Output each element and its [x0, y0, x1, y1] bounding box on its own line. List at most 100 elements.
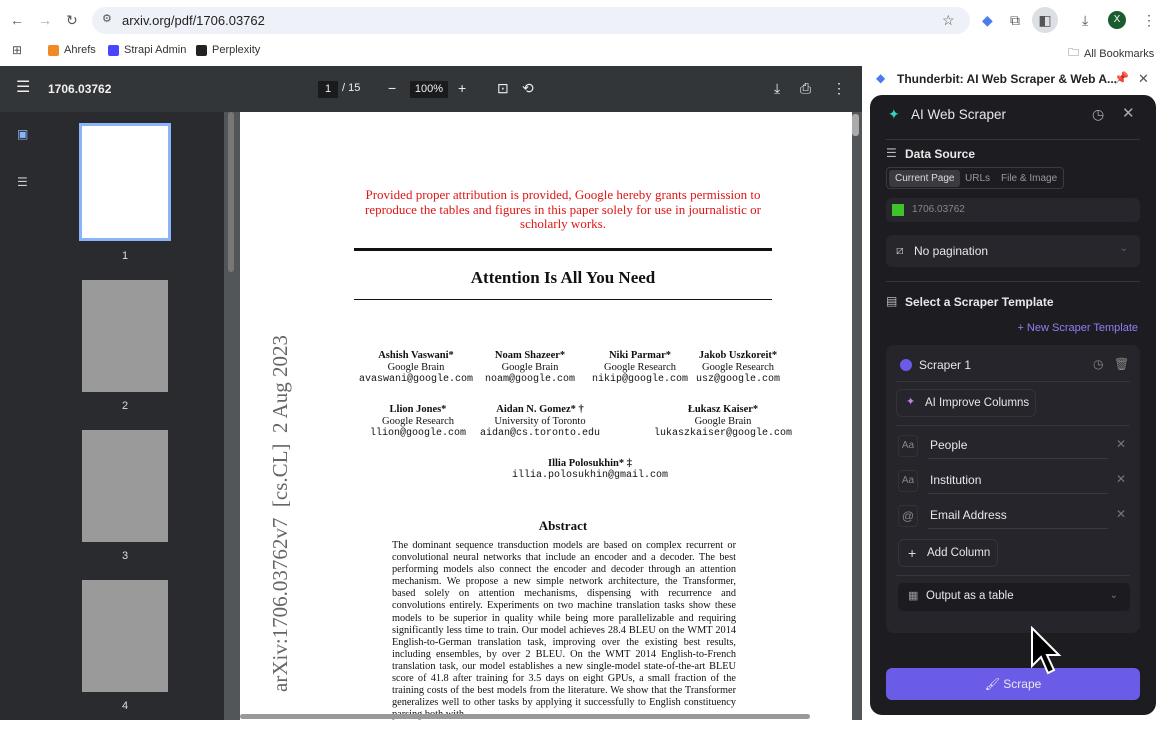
bookmark-label: All Bookmarks: [1084, 47, 1155, 60]
column-name[interactable]: Email Address: [930, 508, 1007, 522]
author-email: usz@google.com: [695, 374, 780, 385]
pagination-icon: ⧄: [896, 243, 904, 257]
browser-chrome: ← → ↻ ⚙ arxiv.org/pdf/1706.03762 ☆ ◆ ⧉ ◧ …: [0, 0, 1160, 66]
permission-notice: Provided proper attribution is provided,…: [364, 187, 762, 231]
zoom-out-icon[interactable]: −: [388, 81, 396, 95]
print-icon[interactable]: ⎙: [800, 81, 811, 95]
url-text: arxiv.org/pdf/1706.03762: [122, 13, 265, 28]
thumbnail-page-1[interactable]: [79, 123, 171, 241]
menu-icon[interactable]: ⋮: [1142, 13, 1156, 27]
page-number-input[interactable]: 1: [318, 81, 338, 98]
pin-icon[interactable]: 📌: [1114, 72, 1129, 84]
column-row[interactable]: Aa Institution ✕: [898, 468, 1130, 494]
folder-icon: 🗀: [1068, 47, 1079, 59]
thumbnail-label: 4: [121, 700, 129, 712]
back-icon[interactable]: ←: [10, 13, 24, 27]
pdf-viewer: ☰ 1706.03762 1 / 15 − 100% + ⊡ ⟲ ⤓ ⎙ ⋮ ▣…: [0, 66, 862, 732]
download-icon[interactable]: ⤓: [774, 81, 780, 95]
fit-page-icon[interactable]: ⊡: [497, 81, 509, 95]
scrape-button[interactable]: 🖌 Scrape: [886, 668, 1140, 700]
new-template-button[interactable]: + New Scraper Template: [1017, 322, 1138, 334]
extensions-icon[interactable]: ⧉: [1010, 13, 1020, 27]
schedule-icon[interactable]: ◷: [1093, 358, 1103, 370]
remove-column-icon[interactable]: ✕: [1116, 437, 1126, 451]
pdf-horizontal-scrollbar[interactable]: [240, 714, 810, 719]
text-type-icon: Aa: [898, 470, 918, 492]
pdf-page: Provided proper attribution is provided,…: [240, 112, 852, 732]
address-bar[interactable]: ⚙ arxiv.org/pdf/1706.03762: [92, 7, 970, 34]
remove-column-icon[interactable]: ✕: [1116, 507, 1126, 521]
column-name[interactable]: Institution: [930, 473, 981, 487]
close-icon[interactable]: ✕: [1122, 106, 1135, 121]
bookmark-label: Ahrefs: [64, 44, 96, 56]
more-icon[interactable]: ⋮: [832, 81, 846, 95]
zoom-in-icon[interactable]: +: [458, 81, 466, 95]
bookmark-label: Perplexity: [212, 44, 261, 56]
history-icon[interactable]: ◷: [1092, 107, 1104, 121]
download-icon[interactable]: ⤓: [1082, 13, 1088, 27]
all-bookmarks[interactable]: 🗀 All Bookmarks: [1068, 44, 1154, 63]
avatar[interactable]: X: [1108, 11, 1126, 29]
source-url: 1706.03762: [912, 204, 965, 215]
author-name: Łukasz Kaiser*: [687, 404, 759, 415]
apps-icon[interactable]: ⊞: [12, 44, 22, 56]
plus-icon: +: [908, 545, 917, 561]
column-row[interactable]: Aa People ✕: [898, 433, 1130, 459]
pagination-select[interactable]: ⧄ No pagination ⌄: [886, 235, 1140, 267]
database-icon: ☰: [886, 146, 897, 160]
reload-icon[interactable]: ↻: [66, 13, 78, 27]
scraper-card: ✦ AI Web Scraper ◷ ✕ ☰ Data Source Curre…: [870, 95, 1156, 715]
paper-title: Attention Is All You Need: [470, 268, 656, 287]
output-format-select[interactable]: ▦ Output as a table ⌄: [898, 583, 1130, 611]
column-row[interactable]: @ Email Address ✕: [898, 503, 1130, 529]
trash-icon[interactable]: 🗑: [1114, 358, 1129, 370]
tab-urls[interactable]: URLs: [965, 173, 990, 184]
bookmark-strapi[interactable]: Strapi Admin: [108, 44, 186, 56]
thumbnail-page-2[interactable]: [82, 280, 168, 392]
thumbnail-page-4[interactable]: [82, 580, 168, 692]
tab-current-page[interactable]: Current Page: [889, 170, 961, 187]
site-settings-icon[interactable]: ⚙: [102, 14, 112, 25]
pdf-scrollbar[interactable]: [852, 114, 859, 136]
zoom-input[interactable]: 100%: [410, 81, 448, 98]
ai-improve-columns-button[interactable]: ✦ AI Improve Columns: [896, 389, 1036, 417]
outline-icon[interactable]: ☰: [17, 176, 28, 188]
scrape-label: Scrape: [1003, 677, 1042, 691]
hamburger-icon[interactable]: ☰: [16, 80, 30, 96]
side-panel-icon[interactable]: ◧: [1032, 7, 1058, 33]
mouse-cursor-icon: [1031, 626, 1062, 675]
author-inst: Google Brain: [694, 416, 752, 427]
remove-column-icon[interactable]: ✕: [1116, 472, 1126, 486]
thumbnails-icon[interactable]: ▣: [17, 128, 28, 140]
thumbnail-label: 1: [121, 250, 129, 262]
rotate-icon[interactable]: ⟲: [522, 81, 534, 95]
table-icon: ▦: [908, 590, 919, 602]
bookmark-label: Strapi Admin: [124, 44, 187, 56]
author: Illia Polosukhin* ‡ illia.polosukhin@gmai…: [490, 458, 690, 482]
plus-icon: +: [1017, 322, 1027, 334]
thunderbit-extension-icon[interactable]: ◆: [982, 13, 993, 27]
abstract-heading: Abstract: [538, 518, 588, 533]
side-panel-title: Thunderbit: AI Web Scraper & Web A...: [897, 72, 1118, 86]
panel-title: AI Web Scraper: [911, 107, 1007, 122]
thumbnail-page-3[interactable]: [82, 430, 168, 542]
document-title: 1706.03762: [48, 82, 112, 96]
column-name[interactable]: People: [930, 438, 967, 452]
improve-label: AI Improve Columns: [925, 397, 1030, 409]
close-panel-icon[interactable]: ✕: [1138, 72, 1149, 85]
favicon: [892, 204, 904, 216]
chevron-down-icon: ⌄: [1119, 243, 1128, 254]
star-icon[interactable]: ☆: [942, 13, 955, 27]
thumbnail-label: 2: [121, 400, 129, 412]
sidebar-scrollbar[interactable]: [228, 112, 234, 272]
template-heading: Select a Scraper Template: [905, 295, 1054, 309]
current-source-field: 1706.03762: [886, 198, 1140, 222]
arxiv-stamp: arXiv:1706.03762v7 [cs.CL] 2 Aug 2023: [268, 335, 292, 692]
add-column-button[interactable]: + Add Column: [898, 539, 998, 567]
forward-icon[interactable]: →: [38, 13, 52, 27]
bookmark-ahrefs[interactable]: Ahrefs: [48, 44, 96, 56]
chevron-down-icon: ⌄: [1109, 590, 1118, 601]
tab-file-image[interactable]: File & Image: [1001, 173, 1057, 184]
bookmark-perplexity[interactable]: Perplexity: [196, 44, 260, 56]
output-value: Output as a table: [926, 590, 1014, 602]
